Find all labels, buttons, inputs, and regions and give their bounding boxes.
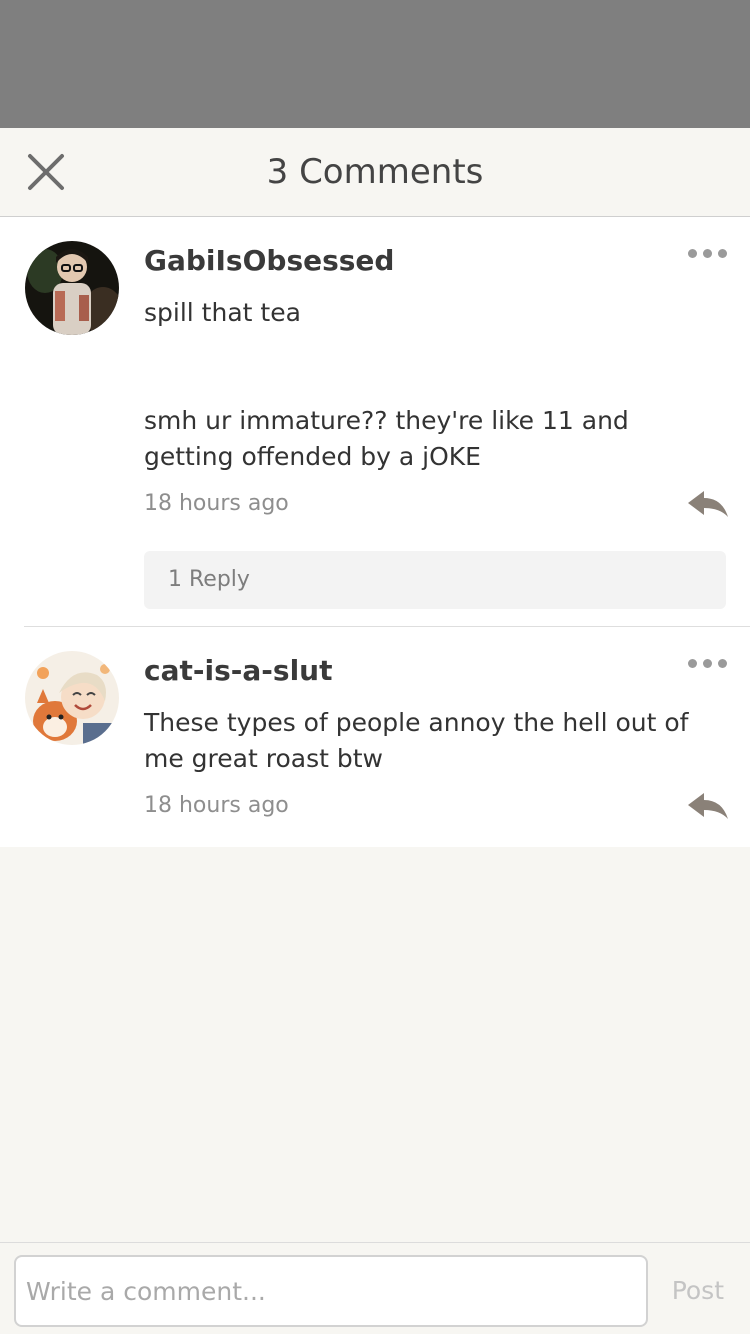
more-options-button[interactable] xyxy=(688,245,728,261)
reply-arrow-icon xyxy=(688,491,728,517)
view-replies-button[interactable]: 1 Reply xyxy=(144,551,726,609)
reply-button[interactable] xyxy=(686,489,730,521)
comment-username[interactable]: GabiIsObsessed xyxy=(144,241,394,281)
post-button[interactable]: Post xyxy=(672,1273,724,1309)
reply-arrow-icon xyxy=(688,793,728,819)
avatar[interactable] xyxy=(25,241,119,335)
more-dots-icon xyxy=(688,249,697,258)
comment-timestamp: 18 hours ago xyxy=(144,491,289,516)
comment-item: GabiIsObsessed spill that tea smh ur imm… xyxy=(0,217,750,627)
comment-input[interactable] xyxy=(14,1255,648,1327)
comment-text: These types of people annoy the hell out… xyxy=(144,708,689,773)
comment-item: cat-is-a-slut These types of people anno… xyxy=(0,627,750,847)
more-options-button[interactable] xyxy=(688,655,728,671)
comment-text: spill that tea smh ur immature?? they're… xyxy=(144,298,629,471)
avatar[interactable] xyxy=(25,651,119,745)
comment-composer: Post xyxy=(0,1242,750,1334)
comment-list: GabiIsObsessed spill that tea smh ur imm… xyxy=(0,217,750,847)
dimmed-overlay[interactable] xyxy=(0,0,750,128)
comment-timestamp: 18 hours ago xyxy=(144,793,289,818)
more-dots-icon xyxy=(688,659,697,668)
comment-username[interactable]: cat-is-a-slut xyxy=(144,651,332,691)
replies-count: 1 Reply xyxy=(168,567,250,592)
reply-button[interactable] xyxy=(686,791,730,823)
page-title: 3 Comments xyxy=(266,152,484,192)
comments-header: 3 Comments xyxy=(0,128,750,217)
comments-sheet: 3 Comments GabiIsObsessed spill that tea… xyxy=(0,0,750,1334)
